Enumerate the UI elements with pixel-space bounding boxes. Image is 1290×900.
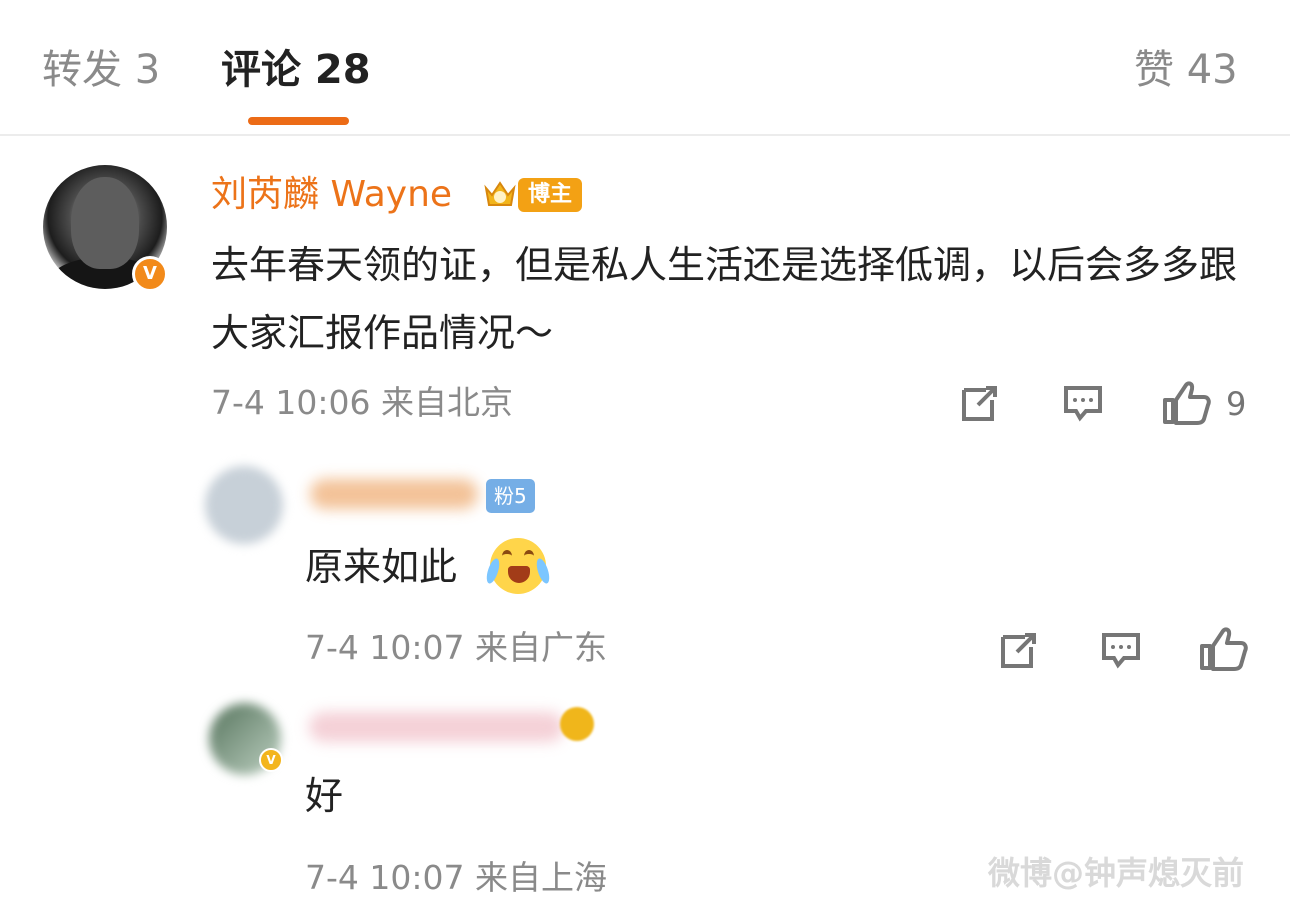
verified-icon: V (132, 256, 168, 292)
username[interactable]: 刘芮麟 Wayne (211, 172, 452, 218)
comment-time-location: 7-4 10:06 来自北京 (211, 383, 513, 422)
like-count: 9 (1226, 385, 1247, 423)
reply-time-location: 7-4 10:07 来自上海 (305, 858, 607, 897)
comment-button[interactable] (1060, 380, 1106, 426)
tab-repost[interactable]: 转发 3 (42, 44, 160, 96)
tear-left (484, 557, 502, 585)
watermark: 微博@钟声熄灭前 (988, 854, 1245, 892)
crown-badge-icon (484, 181, 516, 206)
reply-share-button[interactable] (996, 627, 1042, 673)
emoji-mouth (508, 566, 530, 583)
tab-likes[interactable]: 赞 43 (1134, 44, 1238, 96)
like-icon (1163, 381, 1211, 425)
reply-text: 好 (305, 774, 344, 818)
comment-tabs: 转发 3 评论 28 赞 43 (0, 0, 1290, 136)
portrait-face (71, 177, 139, 269)
main-comment-text: 去年春天领的证，但是私人生活还是选择低调，以后会多多跟大家汇报作品情况～ (211, 243, 1238, 355)
laughing-tears-emoji-icon (484, 538, 552, 594)
crown-badge-icon (560, 707, 594, 741)
fan-badge: 粉5 (486, 479, 535, 513)
reply-comment-button[interactable] (1098, 627, 1144, 673)
share-icon (1001, 633, 1036, 668)
reply-time-location: 7-4 10:07 来自广东 (305, 628, 607, 667)
reply-text: 原来如此 (305, 545, 458, 589)
tear-right (534, 557, 552, 585)
reply-avatar[interactable] (205, 466, 283, 544)
verified-icon: V (259, 748, 283, 772)
comment-icon (1064, 386, 1102, 422)
tab-comments[interactable]: 评论 28 (221, 44, 371, 96)
reply-like-button[interactable] (1196, 624, 1250, 674)
active-tab-indicator (248, 117, 349, 125)
share-icon (962, 386, 997, 421)
share-button[interactable] (957, 380, 1003, 426)
like-button[interactable] (1159, 378, 1213, 428)
like-icon (1200, 627, 1248, 671)
blogger-badge: 博主 (518, 178, 583, 212)
comment-icon (1102, 633, 1140, 669)
obscured-reply-username (310, 479, 478, 509)
obscured-reply-username (309, 712, 564, 742)
